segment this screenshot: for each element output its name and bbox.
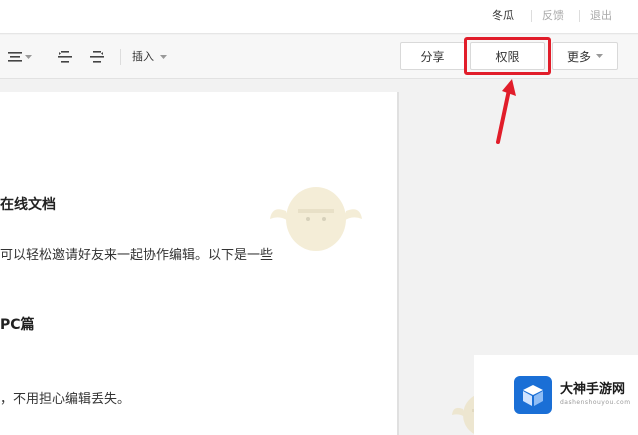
indent-icon — [58, 51, 72, 63]
logo-url: dashenshouyou.com — [560, 399, 631, 406]
doc-paragraph: ，不用担心编辑丢失。 — [0, 392, 131, 407]
outdent-button[interactable] — [90, 49, 104, 65]
site-logo: 大神手游网 dashenshouyou.com — [474, 355, 638, 435]
cube-logo-icon — [514, 376, 552, 414]
insert-dropdown[interactable]: 插入 — [132, 49, 167, 65]
share-button[interactable]: 分享 — [400, 42, 465, 70]
user-name-link[interactable]: 冬瓜 — [492, 9, 514, 23]
toolbar-divider — [120, 49, 121, 65]
share-label: 分享 — [420, 49, 445, 64]
divider — [531, 10, 532, 22]
annotation-arrow-icon — [496, 79, 516, 144]
chevron-down-icon — [596, 53, 603, 58]
more-label: 更多 — [566, 49, 591, 64]
chevron-down-icon — [25, 54, 32, 59]
permission-button[interactable]: 权限 — [470, 42, 545, 70]
logout-link[interactable]: 退出 — [590, 9, 612, 23]
mascot-watermark-icon — [270, 187, 362, 251]
more-button[interactable]: 更多 — [552, 42, 618, 70]
doc-paragraph: 可以轻松邀请好友来一起协作编辑。以下是一些 — [0, 248, 274, 263]
outdent-icon — [90, 51, 104, 63]
permission-label: 权限 — [495, 49, 520, 64]
chevron-down-icon — [160, 54, 167, 59]
align-dropdown[interactable] — [8, 49, 32, 65]
panel-divider — [398, 92, 399, 435]
top-bar: 冬瓜 反馈 退出 — [0, 0, 638, 34]
insert-label: 插入 — [132, 50, 154, 63]
doc-heading-online: 在线文档 — [0, 197, 56, 213]
align-icon — [8, 52, 22, 62]
indent-button[interactable] — [58, 49, 72, 65]
logo-title: 大神手游网 — [560, 382, 626, 397]
divider — [579, 10, 580, 22]
feedback-link[interactable]: 反馈 — [542, 9, 564, 23]
doc-heading-pc: PC篇 — [0, 317, 35, 333]
document-page[interactable]: 在线文档 可以轻松邀请好友来一起协作编辑。以下是一些 PC篇 ，不用担心编辑丢失… — [0, 92, 398, 435]
